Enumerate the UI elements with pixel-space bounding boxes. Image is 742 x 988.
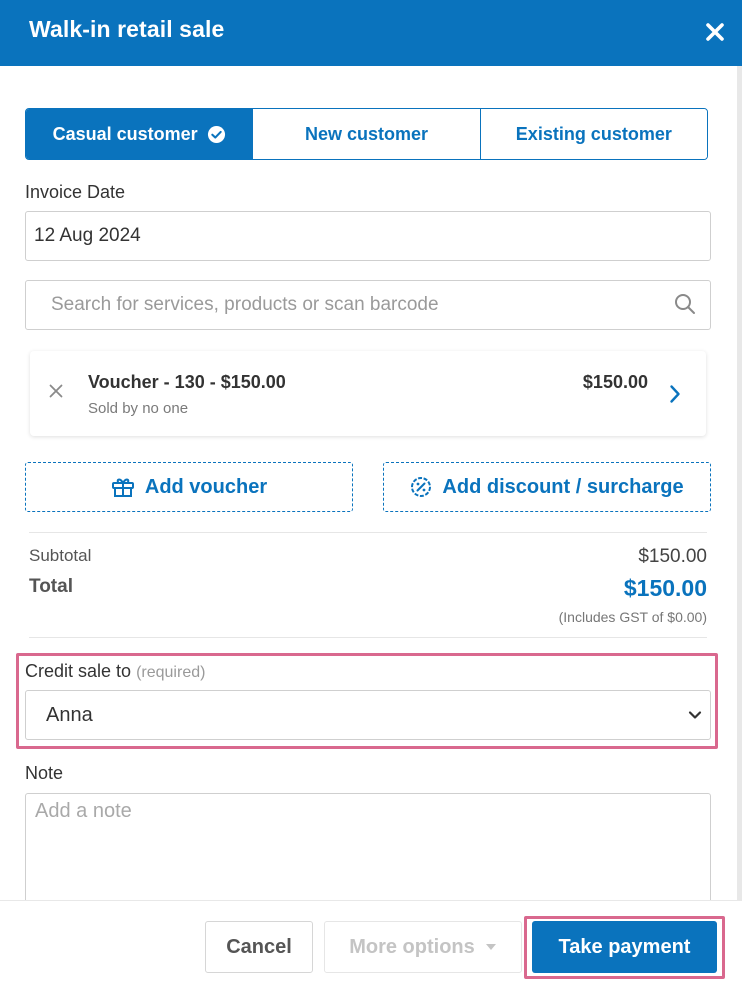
add-discount-label: Add discount / surcharge: [442, 475, 684, 498]
invoice-date-input[interactable]: 12 Aug 2024: [25, 211, 711, 261]
tab-new-customer[interactable]: New customer: [253, 109, 481, 159]
customer-type-selector: Casual customer New customer Existing cu…: [25, 108, 708, 160]
more-options-button[interactable]: More options: [324, 921, 522, 973]
remove-icon[interactable]: [49, 384, 63, 398]
tab-existing-customer[interactable]: Existing customer: [480, 109, 707, 159]
required-indicator: (required): [136, 664, 206, 681]
tab-label: Existing customer: [515, 123, 672, 144]
credit-sale-label-text: Credit sale to: [25, 661, 132, 681]
credit-sale-selected: Anna: [46, 703, 93, 726]
add-discount-button[interactable]: Add discount / surcharge: [383, 462, 711, 512]
check-circle-icon: [207, 125, 225, 143]
note-label: Note: [25, 763, 64, 783]
invoice-date-value: 12 Aug 2024: [34, 225, 141, 246]
tab-casual-customer[interactable]: Casual customer: [26, 109, 254, 159]
take-payment-button[interactable]: Take payment: [532, 921, 717, 973]
credit-sale-select[interactable]: Anna: [25, 690, 711, 740]
subtotal-label: Subtotal: [29, 546, 92, 565]
scrollbar[interactable]: [737, 66, 742, 900]
invoice-date-label: Invoice Date: [25, 182, 126, 202]
divider: [29, 532, 707, 533]
gst-note: (Includes GST of $0.00): [558, 609, 707, 625]
close-icon[interactable]: [702, 18, 728, 46]
search-input[interactable]: Search for services, products or scan ba…: [25, 280, 711, 330]
chevron-right-icon[interactable]: [669, 384, 681, 404]
line-item-sold-by: Sold by no one: [88, 400, 189, 417]
tab-label: Casual customer: [52, 123, 198, 144]
search-placeholder: Search for services, products or scan ba…: [51, 294, 439, 315]
modal-title: Walk-in retail sale: [29, 16, 225, 42]
credit-sale-label: Credit sale to (required): [25, 661, 205, 682]
search-icon[interactable]: [674, 293, 696, 315]
line-item-price: $150.00: [582, 372, 648, 392]
modal-header: Walk-in retail sale: [0, 0, 742, 66]
add-voucher-label: Add voucher: [144, 475, 268, 498]
line-item-card[interactable]: Voucher - 130 - $150.00 Sold by no one $…: [30, 351, 706, 436]
gift-icon: [111, 478, 134, 497]
note-textarea[interactable]: Add a note: [25, 793, 711, 913]
percent-badge-icon: [411, 477, 432, 497]
subtotal-value: $150.00: [638, 546, 707, 567]
divider: [29, 637, 707, 638]
add-voucher-button[interactable]: Add voucher: [25, 462, 353, 512]
more-options-label: More options: [349, 935, 475, 958]
tab-label: New customer: [304, 123, 429, 144]
chevron-down-icon: [688, 711, 702, 719]
take-payment-label: Take payment: [558, 935, 691, 958]
note-placeholder: Add a note: [35, 800, 132, 822]
line-item-name: Voucher - 130 - $150.00: [88, 372, 286, 392]
caret-down-icon: [485, 944, 496, 950]
cancel-button[interactable]: Cancel: [205, 921, 313, 973]
scrollbar-thumb[interactable]: [737, 66, 742, 900]
cancel-label: Cancel: [226, 935, 292, 958]
total-value: $150.00: [623, 575, 707, 601]
total-label: Total: [29, 576, 73, 597]
